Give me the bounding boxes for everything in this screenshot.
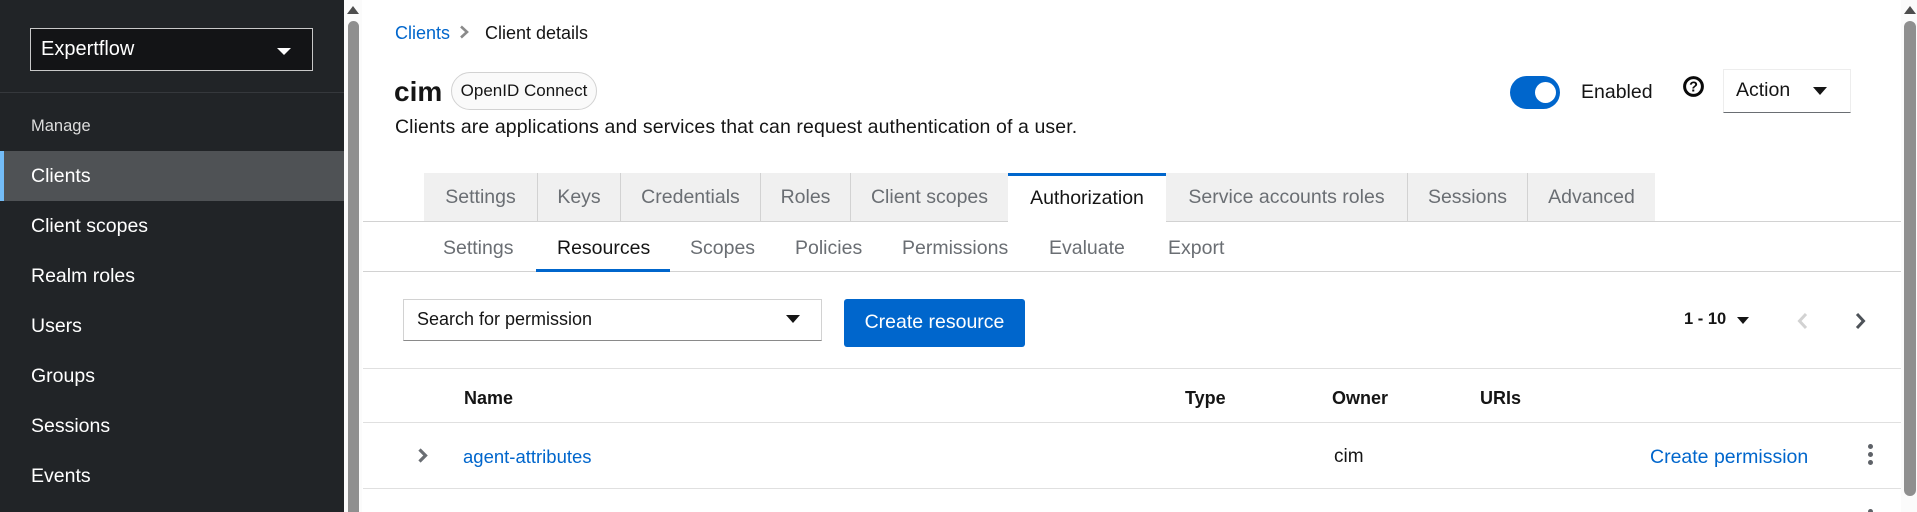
svg-text:?: ? — [1689, 80, 1698, 96]
